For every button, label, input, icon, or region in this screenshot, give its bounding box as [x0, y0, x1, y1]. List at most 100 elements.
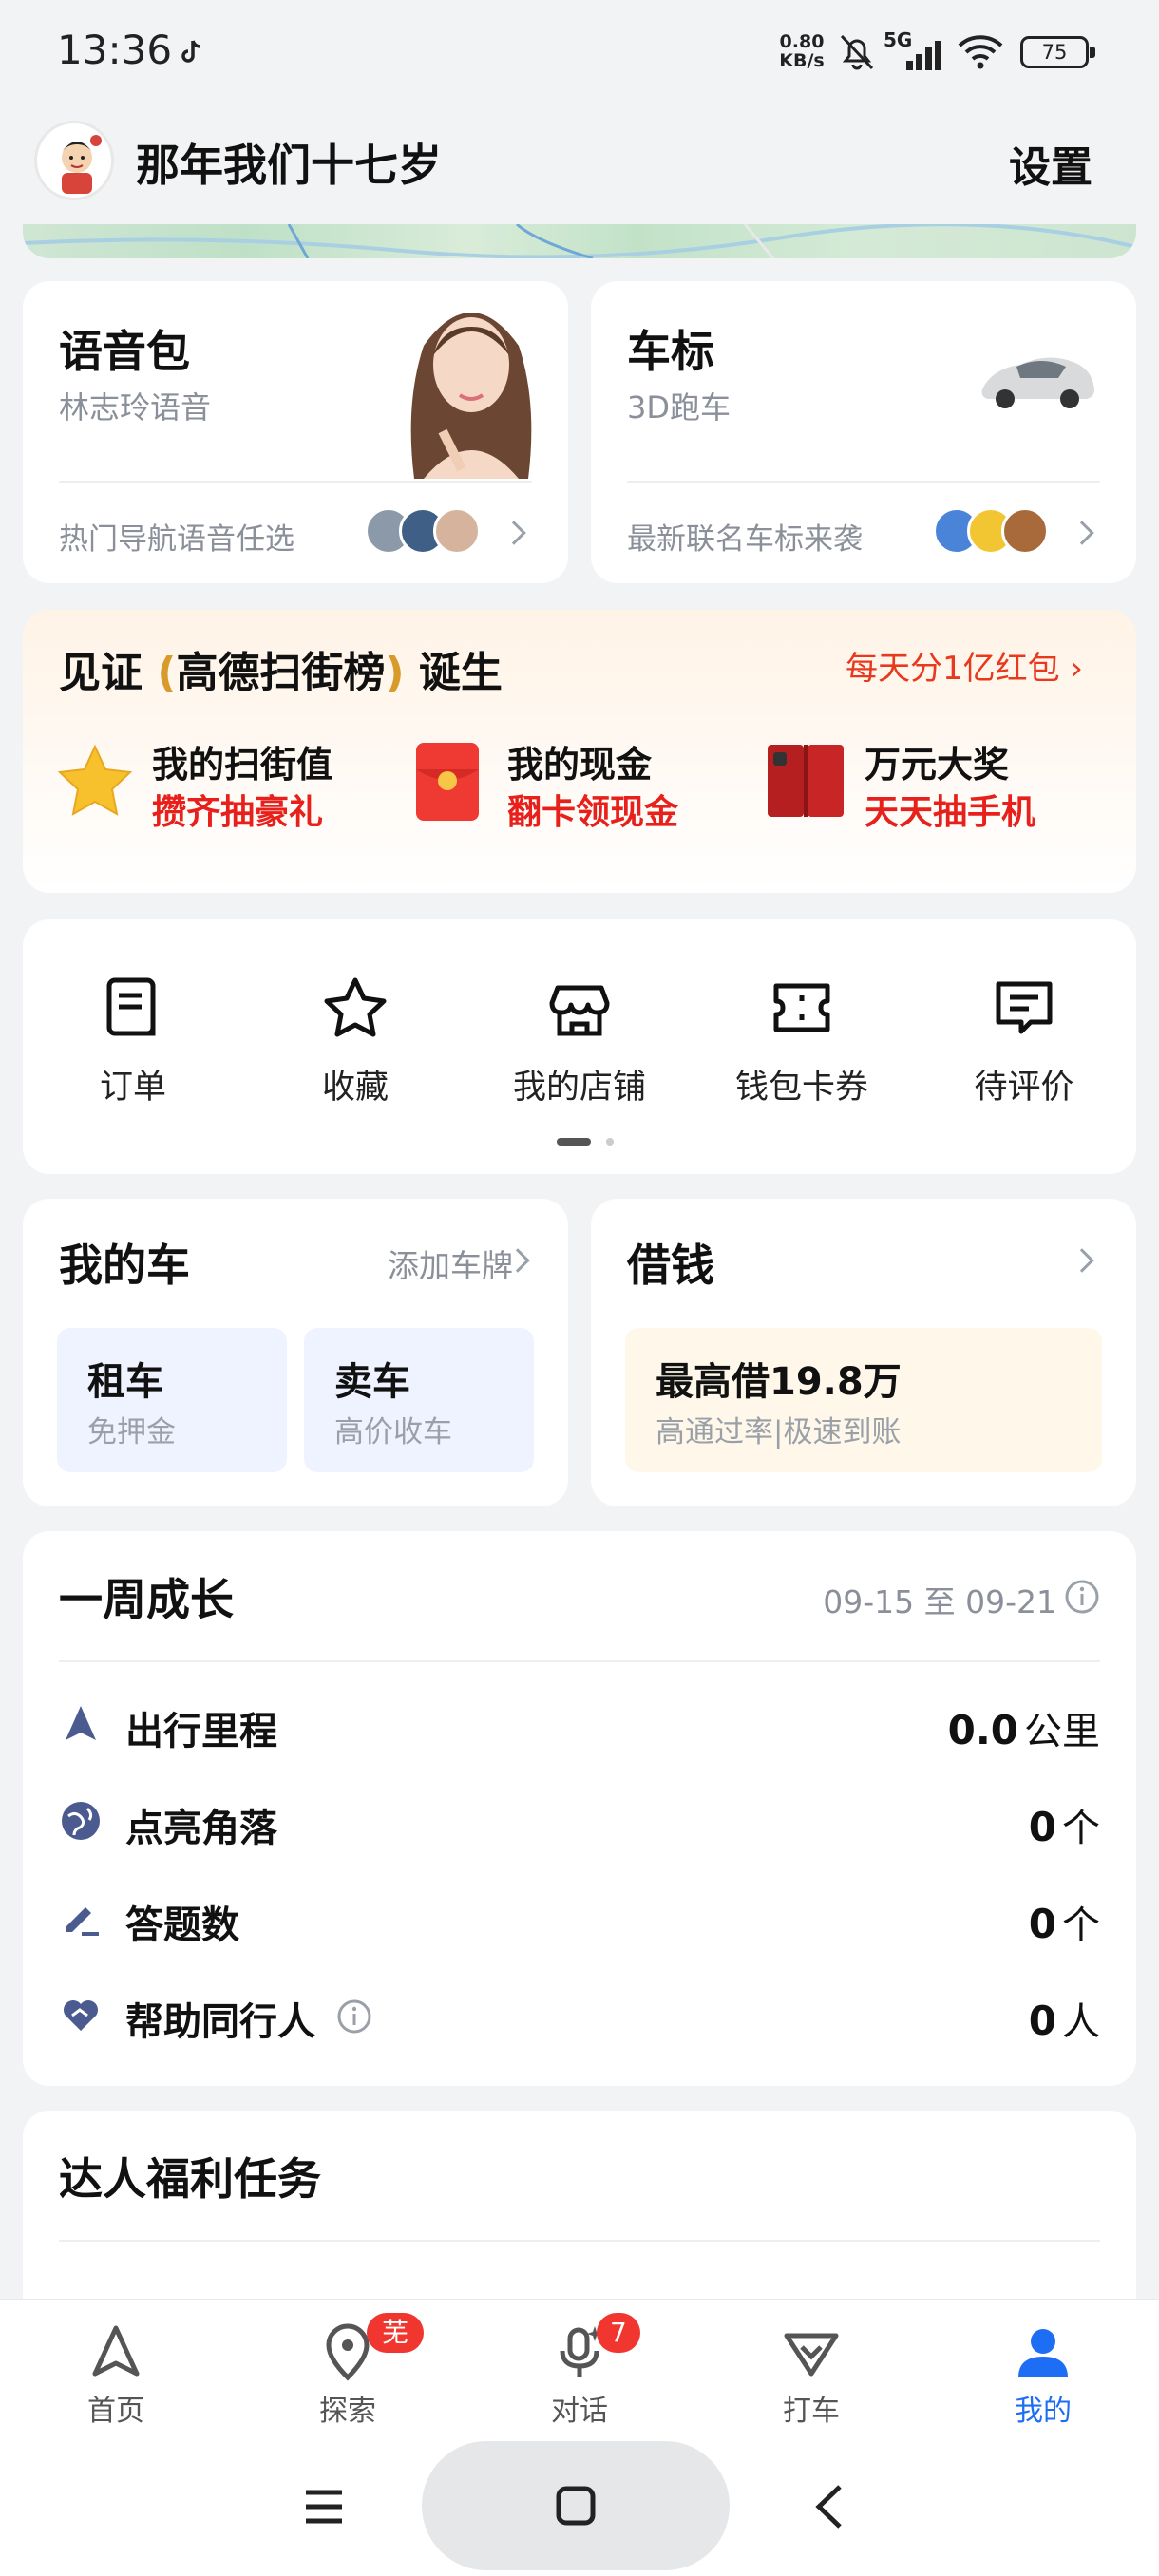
bottom-navigation: 首页 探索 芜湖 对话 7 打车 我的: [0, 2299, 1159, 2441]
red-envelope-icon: [416, 743, 479, 821]
voice-pack-title: 语音包: [59, 326, 190, 377]
settings-button[interactable]: 设置: [1009, 133, 1092, 194]
nav-chat[interactable]: 对话 7: [504, 2313, 656, 2429]
voice-pack-chevron-right-icon: [502, 521, 526, 545]
weekly-growth-divider: [59, 1660, 1100, 1662]
voice-pack-card[interactable]: 语音包 林志玲语音 热门导航语音任选: [23, 281, 568, 583]
shortcut-orders[interactable]: 订单: [38, 975, 228, 1117]
promo-item-3-sub: 天天抽手机: [864, 793, 1036, 832]
page-indicator-active: [557, 1138, 591, 1146]
edit-pen-icon: [66, 1907, 99, 1936]
voice-avatar-3: [433, 507, 481, 555]
car-logo-footer: 最新联名车标来袭: [627, 522, 863, 557]
shortcut-my-store-label: 我的店铺: [512, 1069, 646, 1107]
status-time: 13:36: [57, 27, 173, 73]
quiz-count-value: 0个: [1029, 1894, 1100, 1949]
nav-taxi[interactable]: 打车: [735, 2322, 887, 2429]
tiktok-icon: [181, 40, 201, 63]
light-corners-number: 0: [1028, 1804, 1056, 1850]
shortcut-wallet-coupons[interactable]: 钱包卡券: [707, 975, 897, 1117]
voice-pack-subtitle: 林志玲语音: [59, 389, 212, 426]
my-car-title: 我的车: [59, 1240, 190, 1291]
rent-car-tile[interactable]: 租车 免押金: [57, 1328, 287, 1472]
star-outline-icon: [324, 977, 387, 1037]
map-roads-graphic: [23, 224, 1136, 258]
promo-title-suffix: 诞生: [418, 649, 503, 697]
loan-offer-sub: 高通过率|极速到账: [656, 1415, 902, 1449]
foldable-phone-icon: [768, 745, 844, 817]
nav-taxi-label: 打车: [783, 2395, 840, 2428]
street-ranking-promo-card[interactable]: 见证 (高德扫街榜) 诞生 每天分1亿红包 › 我的扫街值 攒齐抽豪礼 我的现金…: [23, 610, 1136, 893]
quiz-count-unit: 个: [1062, 1904, 1100, 1947]
promo-laurel-left-icon: (: [157, 649, 177, 697]
nav-explore-label: 探索: [319, 2395, 376, 2428]
shortcut-pending-reviews[interactable]: 待评价: [929, 975, 1119, 1117]
nav-chat-label: 对话: [551, 2395, 608, 2428]
car-logo-chevron-right-icon: [1070, 521, 1094, 545]
weekly-growth-title: 一周成长: [59, 1574, 234, 1625]
car-logo-avatar-3: [1001, 507, 1049, 555]
battery-level: 75: [1041, 41, 1068, 64]
promo-title: 见证 (高德扫街榜) 诞生: [59, 638, 503, 699]
loan-card[interactable]: 借钱 最高借19.8万 高通过率|极速到账: [591, 1199, 1136, 1506]
voice-pack-divider: [59, 481, 532, 483]
shortcut-my-store[interactable]: 我的店铺: [484, 975, 674, 1117]
loan-offer-tile[interactable]: 最高借19.8万 高通过率|极速到账: [625, 1328, 1102, 1472]
promo-item-2-sub: 翻卡领现金: [507, 793, 679, 832]
order-list-icon: [106, 977, 156, 1036]
map-preview[interactable]: [23, 224, 1136, 258]
help-travelers-unit: 人: [1062, 2000, 1100, 2044]
car-logo-card[interactable]: 车标 3D跑车 最新联名车标来袭: [591, 281, 1136, 583]
weekly-growth-date-range: 09-15 至 09-21: [823, 1583, 1056, 1620]
nav-mine[interactable]: 我的: [967, 2322, 1119, 2429]
mileage-value: 0.0 公里: [948, 1700, 1100, 1755]
home-square-icon: [556, 2486, 596, 2526]
network-speed-value: 0.80: [779, 31, 825, 52]
promo-item-2-title: 我的现金: [507, 744, 653, 786]
wifi-icon: [958, 35, 1003, 69]
navigation-arrow-icon: [66, 1706, 96, 1740]
coupon-icon: [773, 983, 830, 1032]
nav-explore[interactable]: 探索 芜湖: [272, 2313, 424, 2429]
my-car-card[interactable]: 我的车 添加车牌 租车 免押金 卖车 高价收车: [23, 1199, 568, 1506]
quiz-count-label: 答题数: [125, 1904, 239, 1947]
promo-item-3-title: 万元大奖: [864, 744, 1010, 786]
voice-celebrity-portrait-icon: [410, 313, 532, 479]
mileage-number: 0.0: [947, 1707, 1018, 1753]
promo-red-envelope-link[interactable]: 每天分1亿红包 ›: [846, 642, 1083, 689]
promo-title-brand: 高德扫街榜: [176, 649, 386, 697]
add-plate-link[interactable]: 添加车牌: [388, 1241, 513, 1286]
mileage-unit: 公里: [1024, 1710, 1100, 1753]
profile-header: 那年我们十七岁 设置: [0, 104, 1159, 224]
nav-explore-badge: 芜湖: [367, 2313, 424, 2388]
nav-mine-label: 我的: [1015, 2395, 1072, 2428]
sell-car-tile[interactable]: 卖车 高价收车: [304, 1328, 534, 1472]
back-icon[interactable]: [811, 2483, 849, 2530]
avatar[interactable]: [34, 121, 114, 200]
globe-icon: [62, 1802, 100, 1840]
home-button[interactable]: [422, 2441, 730, 2570]
network-speed-unit: KB/s: [779, 50, 825, 71]
help-travelers-info-icon[interactable]: [336, 1998, 372, 2035]
loan-chevron-right-icon: [1070, 1248, 1094, 1273]
helping-heart-icon: [64, 2000, 98, 2031]
help-travelers-number: 0: [1028, 1998, 1056, 2044]
username: 那年我们十七岁: [136, 140, 442, 191]
promo-laurel-right-icon: ): [385, 649, 405, 697]
mute-bell-icon: [840, 34, 874, 70]
mileage-label: 出行里程: [125, 1710, 277, 1753]
shortcut-favorites[interactable]: 收藏: [260, 975, 450, 1117]
info-icon[interactable]: [1064, 1579, 1100, 1615]
menu-icon[interactable]: [302, 2485, 346, 2529]
expert-tasks-title: 达人福利任务: [59, 2153, 321, 2205]
promo-item-1-title: 我的扫街值: [152, 744, 333, 786]
battery-icon: 75: [1020, 36, 1095, 68]
user-profile-icon: [1018, 2329, 1068, 2377]
light-corners-value: 0个: [1029, 1797, 1100, 1852]
shortcut-orders-label: 订单: [99, 1069, 166, 1107]
help-travelers-value: 0人: [1029, 1991, 1100, 2046]
add-plate-label: 添加车牌: [388, 1247, 513, 1284]
shortcut-wallet-coupons-label: 钱包卡券: [734, 1069, 868, 1107]
promo-title-prefix: 见证: [59, 649, 142, 697]
nav-home[interactable]: 首页: [40, 2322, 192, 2429]
